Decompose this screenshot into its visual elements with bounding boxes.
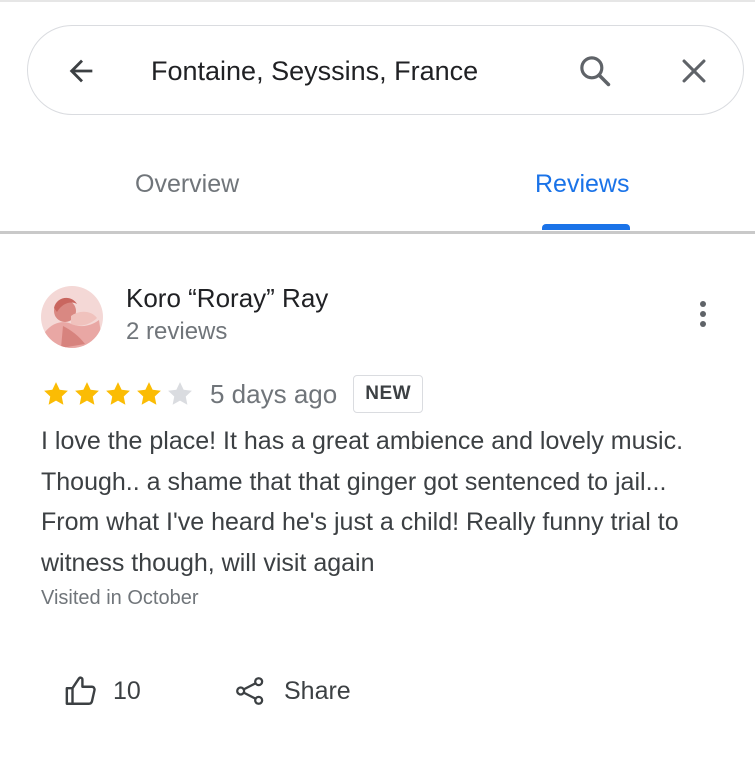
review-time: 5 days ago <box>210 379 338 409</box>
back-button[interactable] <box>60 50 102 92</box>
review-text: I love the place! It has a great ambienc… <box>41 427 684 577</box>
arrow-left-icon <box>69 59 93 83</box>
star-filled-icon <box>44 382 68 405</box>
rating-row: 5 days ago NEW <box>41 374 424 414</box>
star-filled-icon <box>106 382 130 405</box>
search-input[interactable]: Fontaine, Seyssins, France <box>151 54 478 88</box>
review-author-name[interactable]: Koro “Roray” Ray <box>126 283 328 313</box>
search-icon <box>580 56 611 87</box>
like-count: 10 <box>113 676 141 705</box>
tab-bar: Overview Reviews <box>0 140 755 234</box>
close-icon <box>682 59 706 83</box>
star-empty-icon <box>168 382 192 405</box>
tab-reviews[interactable]: Reviews <box>535 168 629 200</box>
tabs-divider <box>0 231 755 234</box>
review-author-count: 2 reviews <box>126 318 228 345</box>
visited-label: Visited in October <box>41 587 199 609</box>
clear-button[interactable] <box>673 50 715 92</box>
top-divider <box>0 0 755 2</box>
star-rating <box>41 379 196 409</box>
active-tab-indicator <box>542 224 630 230</box>
thumb-up-icon <box>65 676 96 705</box>
share-icon <box>236 677 264 705</box>
search-button[interactable] <box>574 50 616 92</box>
avatar-illustration <box>41 286 103 348</box>
search-bar[interactable]: Fontaine, Seyssins, France <box>27 25 744 115</box>
share-label: Share <box>284 676 351 705</box>
like-button[interactable]: 10 <box>64 670 141 712</box>
share-button[interactable]: Share <box>234 670 351 712</box>
star-filled-icon <box>75 382 99 405</box>
avatar[interactable] <box>41 286 103 348</box>
more-options-button[interactable] <box>688 296 718 332</box>
star-filled-icon <box>137 382 161 405</box>
new-badge: NEW <box>353 375 424 413</box>
more-vert-icon <box>700 301 706 327</box>
tab-overview[interactable]: Overview <box>135 168 239 200</box>
